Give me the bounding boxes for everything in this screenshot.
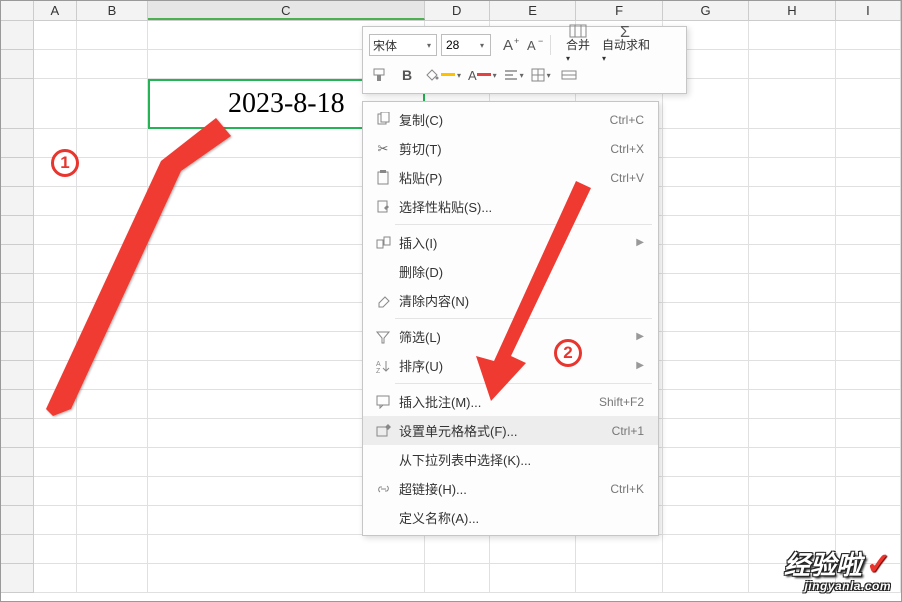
menu-delete[interactable]: 删除(D) (363, 257, 658, 286)
bucket-icon (423, 67, 441, 83)
menu-copy[interactable]: 复制(C) Ctrl+C (363, 105, 658, 134)
column-headers: A B C D E F G H I (1, 1, 901, 21)
active-cell-value: 2023-8-18 (228, 88, 345, 119)
svg-text:Z: Z (376, 368, 381, 373)
font-name: 宋体 (373, 37, 397, 54)
font-color-preview (477, 73, 491, 76)
chevron-down-icon: ▾ (455, 71, 463, 80)
borders-button[interactable]: ▾ (531, 64, 553, 86)
menu-comment[interactable]: 插入批注(M)... Shift+F2 (363, 387, 658, 416)
shrink-font-button[interactable]: A− (523, 34, 547, 56)
menu-insert[interactable]: 插入(I) ▶ (363, 228, 658, 257)
clipboard-icon (371, 170, 395, 185)
bold-button[interactable]: B (396, 64, 418, 86)
chevron-right-icon: ▶ (630, 237, 644, 248)
merge-across-button[interactable] (558, 64, 580, 86)
menu-hyperlink[interactable]: 超链接(H)... Ctrl+K (363, 474, 658, 503)
grow-font-button[interactable]: A+ (499, 34, 523, 56)
svg-text:Σ: Σ (620, 24, 630, 39)
col-header-F[interactable]: F (576, 1, 662, 20)
merge-button[interactable]: 合并▾ (554, 21, 602, 65)
watermark: 经验啦✓ jingyanla.com (784, 545, 891, 593)
menu-paste-special[interactable]: 选择性粘贴(S)... (363, 192, 658, 221)
format-painter-button[interactable] (369, 64, 391, 86)
link-icon (371, 482, 395, 496)
merge-across-icon (561, 68, 577, 82)
svg-text:−: − (538, 36, 543, 46)
sort-icon: AZ (371, 359, 395, 373)
eraser-icon (371, 294, 395, 308)
paste-special-icon (371, 199, 395, 214)
svg-text:A: A (376, 361, 381, 368)
menu-cut[interactable]: ✂ 剪切(T) Ctrl+X (363, 134, 658, 163)
merge-icon (569, 23, 587, 39)
chevron-down-icon: ▾ (425, 41, 433, 50)
svg-text:A: A (503, 37, 513, 54)
paint-brush-icon (372, 67, 388, 83)
col-header-E[interactable]: E (490, 1, 576, 20)
col-header-H[interactable]: H (749, 1, 835, 20)
scissors-icon: ✂ (371, 141, 395, 157)
svg-text:A: A (527, 38, 536, 53)
sigma-icon: Σ (617, 23, 635, 39)
select-all-corner[interactable] (1, 1, 34, 20)
grow-font-icon: A+ (501, 36, 521, 54)
chevron-down-icon: ▾ (478, 41, 486, 50)
copy-icon (371, 112, 395, 127)
col-header-C[interactable]: C (148, 1, 425, 20)
col-header-G[interactable]: G (663, 1, 749, 20)
format-cells-icon (371, 424, 395, 438)
font-size-select[interactable]: 28 ▾ (441, 34, 491, 56)
menu-sort[interactable]: AZ 排序(U) ▶ (363, 351, 658, 380)
menu-clear[interactable]: 清除内容(N) (363, 286, 658, 315)
menu-pick-list[interactable]: 从下拉列表中选择(K)... (363, 445, 658, 474)
autosum-button[interactable]: Σ 自动求和▾ (602, 21, 650, 65)
menu-filter[interactable]: 筛选(L) ▶ (363, 322, 658, 351)
chevron-right-icon: ▶ (630, 331, 644, 342)
font-color-button[interactable]: A ▾ (468, 64, 499, 86)
borders-icon (531, 68, 545, 82)
col-header-A[interactable]: A (34, 1, 77, 20)
chevron-right-icon: ▶ (630, 360, 644, 371)
callout-2: 2 (554, 339, 582, 367)
menu-define-name[interactable]: 定义名称(A)... (363, 503, 658, 532)
check-icon: ✓ (862, 548, 891, 581)
menu-paste[interactable]: 粘贴(P) Ctrl+V (363, 163, 658, 192)
mini-toolbar: 宋体 ▾ 28 ▾ A+ A− 合并▾ Σ 自动求和▾ B ▾ (362, 26, 687, 94)
font-size-value: 28 (446, 38, 459, 52)
comment-icon (371, 395, 395, 409)
fill-color-button[interactable]: ▾ (423, 64, 463, 86)
font-select[interactable]: 宋体 ▾ (369, 34, 437, 56)
col-header-D[interactable]: D (425, 1, 490, 20)
align-button[interactable]: ▾ (504, 64, 526, 86)
col-header-I[interactable]: I (836, 1, 901, 20)
fill-color-preview (441, 73, 455, 76)
chevron-down-icon: ▾ (545, 71, 553, 80)
svg-text:+: + (514, 36, 519, 46)
align-icon (504, 68, 518, 82)
menu-format-cells[interactable]: 设置单元格格式(F)... Ctrl+1 (363, 416, 658, 445)
funnel-icon (371, 330, 395, 344)
chevron-down-icon: ▾ (518, 71, 526, 80)
callout-1: 1 (51, 149, 79, 177)
context-menu: 复制(C) Ctrl+C ✂ 剪切(T) Ctrl+X 粘贴(P) Ctrl+V… (362, 101, 659, 536)
col-header-B[interactable]: B (77, 1, 148, 20)
shrink-font-icon: A− (525, 36, 545, 54)
insert-icon (371, 235, 395, 250)
chevron-down-icon: ▾ (491, 71, 499, 80)
